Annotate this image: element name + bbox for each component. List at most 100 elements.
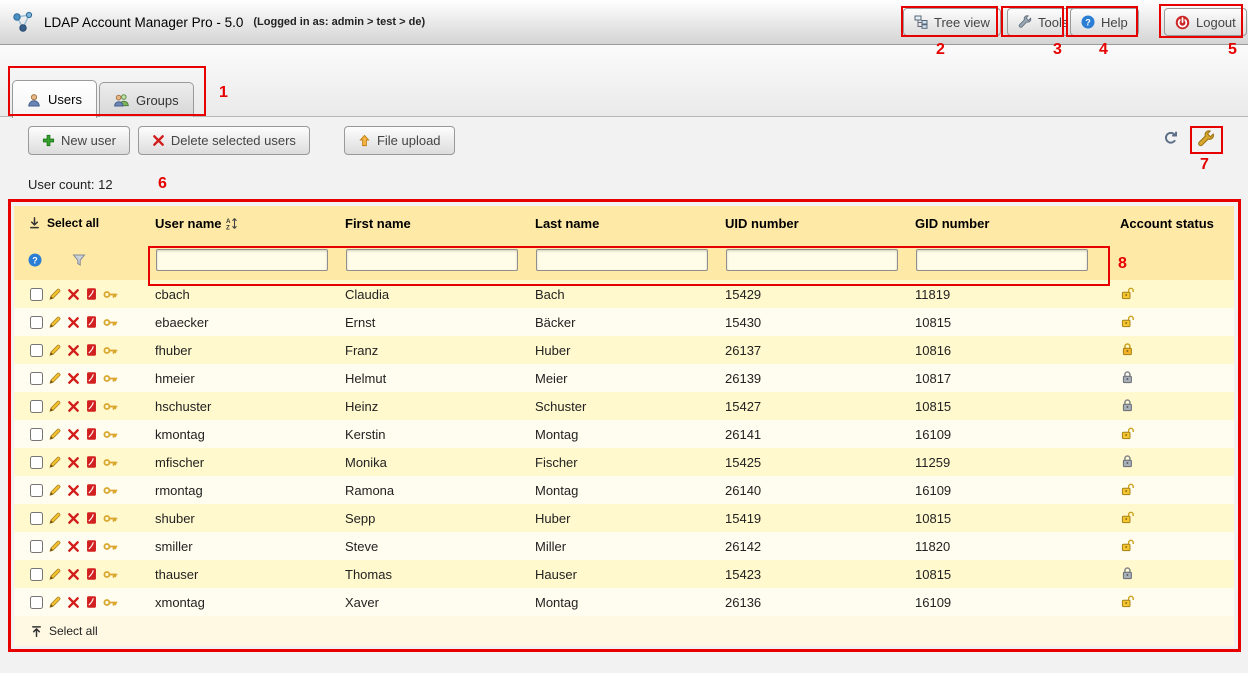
row-checkbox[interactable] bbox=[30, 484, 43, 497]
delete-selected-button[interactable]: Delete selected users bbox=[138, 126, 310, 155]
edit-pencil-icon[interactable] bbox=[48, 399, 62, 413]
uid-number-cell: 15427 bbox=[725, 399, 915, 414]
filter-funnel-icon[interactable] bbox=[72, 253, 86, 267]
password-key-icon[interactable] bbox=[103, 344, 118, 357]
filter-input-first-name[interactable] bbox=[346, 249, 518, 271]
last-name-cell: Fischer bbox=[535, 455, 725, 470]
edit-pencil-icon[interactable] bbox=[48, 343, 62, 357]
tab-groups[interactable]: Groups bbox=[99, 82, 194, 117]
edit-pencil-icon[interactable] bbox=[48, 539, 62, 553]
plus-icon bbox=[42, 134, 55, 147]
password-key-icon[interactable] bbox=[103, 316, 118, 329]
settings-wrench-icon[interactable] bbox=[1197, 130, 1215, 148]
delete-x-icon[interactable] bbox=[67, 540, 80, 553]
edit-pencil-icon[interactable] bbox=[48, 427, 62, 441]
row-checkbox[interactable] bbox=[30, 512, 43, 525]
pdf-icon[interactable] bbox=[85, 427, 98, 441]
row-checkbox[interactable] bbox=[30, 344, 43, 357]
uid-number-cell: 26142 bbox=[725, 539, 915, 554]
delete-x-icon[interactable] bbox=[67, 288, 80, 301]
delete-x-icon[interactable] bbox=[67, 344, 80, 357]
password-key-icon[interactable] bbox=[103, 540, 118, 553]
row-checkbox[interactable] bbox=[30, 400, 43, 413]
password-key-icon[interactable] bbox=[103, 568, 118, 581]
tree-view-button[interactable]: Tree view bbox=[903, 8, 1001, 36]
password-key-icon[interactable] bbox=[103, 428, 118, 441]
select-all-bottom-label: Select all bbox=[49, 624, 98, 638]
delete-x-icon[interactable] bbox=[67, 316, 80, 329]
last-name-cell: Meier bbox=[535, 371, 725, 386]
username-cell: rmontag bbox=[155, 483, 345, 498]
pdf-icon[interactable] bbox=[85, 595, 98, 609]
pdf-icon[interactable] bbox=[85, 287, 98, 301]
delete-x-icon[interactable] bbox=[67, 456, 80, 469]
edit-pencil-icon[interactable] bbox=[48, 371, 62, 385]
row-checkbox[interactable] bbox=[30, 568, 43, 581]
gid-number-cell: 11819 bbox=[915, 287, 1107, 302]
row-checkbox[interactable] bbox=[30, 428, 43, 441]
pdf-icon[interactable] bbox=[85, 455, 98, 469]
delete-x-icon[interactable] bbox=[67, 400, 80, 413]
password-key-icon[interactable] bbox=[103, 456, 118, 469]
first-name-cell: Franz bbox=[345, 343, 535, 358]
select-all-top[interactable]: Select all bbox=[18, 216, 155, 230]
row-checkbox[interactable] bbox=[30, 316, 43, 329]
delete-x-icon[interactable] bbox=[67, 484, 80, 497]
filter-help-icon[interactable]: ? bbox=[28, 253, 42, 267]
edit-pencil-icon[interactable] bbox=[48, 511, 62, 525]
filter-input-last-name[interactable] bbox=[536, 249, 708, 271]
tab-groups-label: Groups bbox=[136, 93, 179, 108]
tools-label: Tools bbox=[1038, 15, 1068, 30]
gid-number-cell: 16109 bbox=[915, 427, 1107, 442]
pdf-icon[interactable] bbox=[85, 567, 98, 581]
password-key-icon[interactable] bbox=[103, 288, 118, 301]
edit-pencil-icon[interactable] bbox=[48, 595, 62, 609]
delete-x-icon[interactable] bbox=[67, 512, 80, 525]
row-checkbox[interactable] bbox=[30, 288, 43, 301]
status-unlocked-icon bbox=[1120, 538, 1135, 552]
pdf-icon[interactable] bbox=[85, 539, 98, 553]
file-upload-button[interactable]: File upload bbox=[344, 126, 455, 155]
first-name-cell: Ramona bbox=[345, 483, 535, 498]
delete-x-icon[interactable] bbox=[67, 372, 80, 385]
select-all-bottom[interactable]: Select all bbox=[14, 616, 1234, 646]
pdf-icon[interactable] bbox=[85, 483, 98, 497]
edit-pencil-icon[interactable] bbox=[48, 287, 62, 301]
pdf-icon[interactable] bbox=[85, 371, 98, 385]
pdf-icon[interactable] bbox=[85, 315, 98, 329]
tab-users[interactable]: Users bbox=[12, 80, 97, 118]
refresh-icon[interactable] bbox=[1162, 130, 1179, 147]
delete-x-icon[interactable] bbox=[67, 568, 80, 581]
tools-button[interactable]: Tools bbox=[1007, 8, 1079, 36]
password-key-icon[interactable] bbox=[103, 484, 118, 497]
row-checkbox[interactable] bbox=[30, 372, 43, 385]
table-row: thauser Thomas Hauser 15423 10815 bbox=[14, 560, 1234, 588]
password-key-icon[interactable] bbox=[103, 400, 118, 413]
upload-arrow-icon bbox=[358, 134, 371, 147]
delete-x-icon[interactable] bbox=[67, 428, 80, 441]
help-button[interactable]: ? Help bbox=[1070, 8, 1139, 36]
pdf-icon[interactable] bbox=[85, 399, 98, 413]
new-user-button[interactable]: New user bbox=[28, 126, 130, 155]
sort-icon[interactable]: A Z bbox=[226, 217, 238, 230]
edit-pencil-icon[interactable] bbox=[48, 567, 62, 581]
password-key-icon[interactable] bbox=[103, 512, 118, 525]
row-checkbox[interactable] bbox=[30, 596, 43, 609]
delete-x-icon[interactable] bbox=[67, 596, 80, 609]
edit-pencil-icon[interactable] bbox=[48, 315, 62, 329]
pdf-icon[interactable] bbox=[85, 511, 98, 525]
pdf-icon[interactable] bbox=[85, 343, 98, 357]
table-filter-row: ? bbox=[14, 240, 1234, 280]
password-key-icon[interactable] bbox=[103, 596, 118, 609]
logout-button[interactable]: Logout bbox=[1164, 8, 1247, 36]
password-key-icon[interactable] bbox=[103, 372, 118, 385]
filter-input-uid-number[interactable] bbox=[726, 249, 898, 271]
row-checkbox[interactable] bbox=[30, 540, 43, 553]
edit-pencil-icon[interactable] bbox=[48, 455, 62, 469]
gid-number-cell: 16109 bbox=[915, 483, 1107, 498]
status-partial-lock-icon bbox=[1120, 566, 1135, 580]
edit-pencil-icon[interactable] bbox=[48, 483, 62, 497]
row-checkbox[interactable] bbox=[30, 456, 43, 469]
filter-input-gid-number[interactable] bbox=[916, 249, 1088, 271]
filter-input-username[interactable] bbox=[156, 249, 328, 271]
